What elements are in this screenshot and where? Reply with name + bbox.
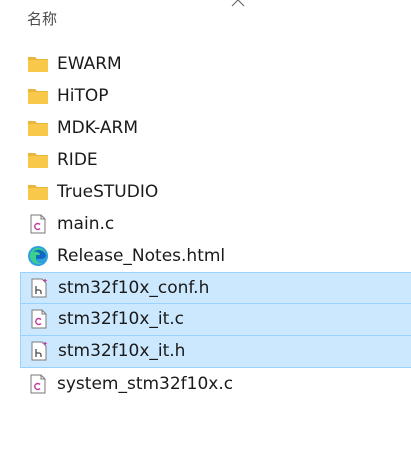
- list-item-truestudio[interactable]: TrueSTUDIO: [0, 176, 411, 208]
- file-name: EWARM: [57, 54, 122, 74]
- list-item-release-notes[interactable]: Release_Notes.html: [0, 240, 411, 272]
- list-item-stm32f10x-it-h[interactable]: stm32f10x_it.h: [20, 336, 411, 368]
- list-item-ewarm[interactable]: EWARM: [0, 48, 411, 80]
- file-name: MDK-ARM: [57, 118, 138, 138]
- folder-icon: [28, 185, 48, 200]
- folder-icon: [28, 121, 48, 136]
- folder-icon: [28, 153, 48, 168]
- column-header[interactable]: 名称: [0, 0, 411, 40]
- file-name: HiTOP: [57, 86, 109, 106]
- list-item-main-c[interactable]: main.c: [0, 208, 411, 240]
- file-name: stm32f10x_it.c: [58, 309, 185, 329]
- list-item-mdk-arm[interactable]: MDK-ARM: [0, 112, 411, 144]
- edge-browser-icon: [28, 246, 48, 266]
- c-file-icon: [30, 374, 46, 394]
- name-column-label[interactable]: 名称: [27, 8, 57, 30]
- file-name: main.c: [57, 214, 115, 234]
- file-name: system_stm32f10x.c: [57, 374, 234, 394]
- h-file-icon: [31, 341, 48, 361]
- file-name: stm32f10x_conf.h: [58, 278, 210, 298]
- list-item-hitop[interactable]: HiTOP: [0, 80, 411, 112]
- file-explorer-pane: 名称 EWARM HiTOP MDK-ARM RIDE TrueSTUDIO m…: [0, 0, 411, 449]
- c-file-icon: [30, 214, 46, 234]
- list-item-stm32f10x-conf-h[interactable]: stm32f10x_conf.h: [20, 272, 411, 304]
- file-name: stm32f10x_it.h: [58, 341, 186, 361]
- file-list: EWARM HiTOP MDK-ARM RIDE TrueSTUDIO main…: [0, 48, 411, 400]
- folder-icon: [28, 57, 48, 72]
- file-name: RIDE: [57, 150, 98, 170]
- folder-icon: [28, 89, 48, 104]
- list-item-ride[interactable]: RIDE: [0, 144, 411, 176]
- list-item-system-stm32f10x-c[interactable]: system_stm32f10x.c: [0, 368, 411, 400]
- file-name: TrueSTUDIO: [57, 182, 159, 202]
- file-name: Release_Notes.html: [57, 246, 226, 266]
- h-file-icon: [31, 278, 48, 298]
- chevron-up-icon[interactable]: [231, 0, 245, 8]
- list-item-stm32f10x-it-c[interactable]: stm32f10x_it.c: [20, 304, 411, 336]
- c-file-icon: [31, 309, 47, 329]
